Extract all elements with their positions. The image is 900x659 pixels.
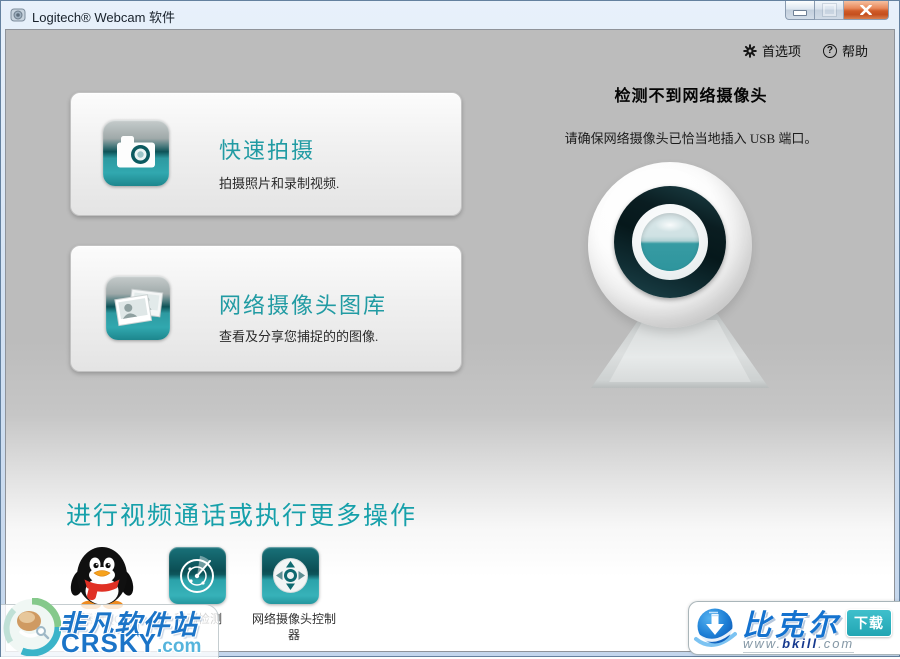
app-icon [10, 8, 26, 23]
webcam-illustration [577, 162, 782, 414]
gallery-subtitle: 查看及分享您捕捉的的图像. [219, 326, 378, 345]
preferences-button[interactable]: 首选项 [743, 41, 801, 60]
help-icon: ? [823, 44, 837, 58]
camera-icon [103, 120, 169, 186]
window-controls [785, 1, 889, 20]
shortcut-webcam-controller[interactable] [262, 547, 319, 604]
titlebar: Logitech® Webcam 软件 [1, 1, 899, 29]
webcam-gallery-button[interactable]: 网络摄像头图库 查看及分享您捕捉的的图像. [70, 245, 462, 372]
crsky-logo-icon [3, 598, 61, 656]
app-window: Logitech® Webcam 软件 [0, 0, 900, 657]
actions-heading: 进行视频通话或执行更多操作 [66, 496, 417, 532]
status-heading: 检测不到网络摄像头 [501, 82, 881, 106]
help-label: 帮助 [842, 41, 868, 60]
maximize-button[interactable] [815, 1, 844, 20]
close-icon [860, 5, 872, 15]
minimize-icon [793, 10, 807, 16]
gallery-icon [106, 276, 170, 340]
motion-detection-icon [169, 547, 226, 604]
quick-capture-title: 快速拍摄 [219, 133, 315, 165]
window-title: Logitech® Webcam 软件 [32, 7, 175, 26]
webcam-body [588, 162, 752, 328]
bkill-download-badge: 下载 [846, 609, 892, 637]
minimize-button[interactable] [785, 1, 815, 20]
shortcut-controller-label: 网络摄像头控制器 [252, 611, 336, 643]
shortcut-motion-detection[interactable] [169, 547, 226, 604]
bkill-url: www.bkill.com [743, 636, 854, 653]
status-message: 请确保网络摄像头已恰当地插入 USB 端口。 [501, 128, 881, 147]
toolbar: 首选项 ? 帮助 [743, 41, 868, 60]
watermark-bkill: 比克尔 下载 www.bkill.com [688, 601, 900, 655]
help-button[interactable]: ? 帮助 [823, 41, 868, 60]
webcam-lens-icon [641, 213, 699, 271]
webcam-ring [614, 186, 726, 298]
maximize-icon [823, 4, 836, 16]
close-button[interactable] [844, 1, 889, 20]
preferences-label: 首选项 [762, 41, 801, 60]
webcam-controller-icon [262, 547, 319, 604]
main-content: 首选项 ? 帮助 快速拍摄 拍摄照片和录制视频. [5, 29, 895, 652]
bkill-logo-icon [693, 606, 737, 650]
gear-icon [743, 44, 757, 58]
quick-capture-subtitle: 拍摄照片和录制视频. [219, 173, 339, 192]
gallery-title: 网络摄像头图库 [219, 288, 387, 320]
crsky-url: CRSKY.com [61, 628, 201, 659]
quick-capture-button[interactable]: 快速拍摄 拍摄照片和录制视频. [70, 92, 462, 216]
watermark-crsky: Logitech 非凡软件站 CRSKY.com [1, 597, 219, 658]
